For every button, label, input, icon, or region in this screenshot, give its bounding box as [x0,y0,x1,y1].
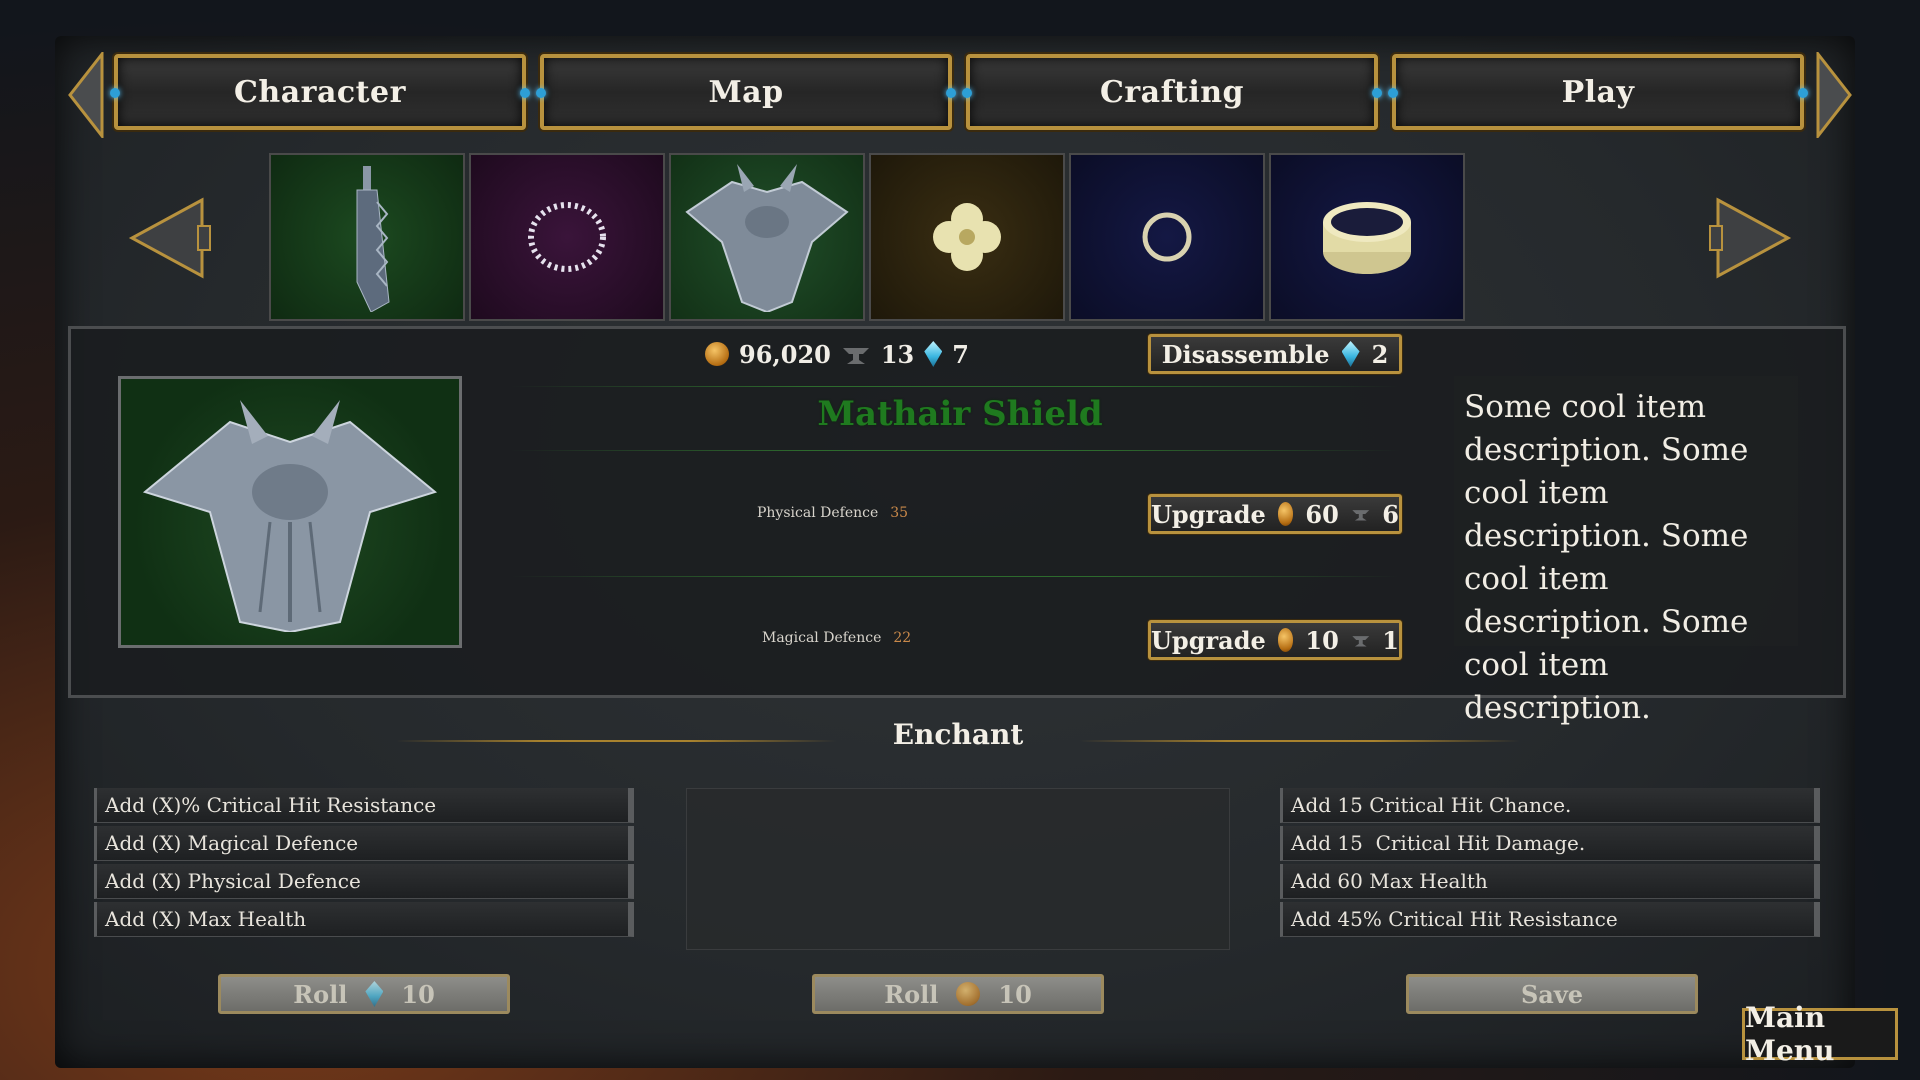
rolled-option[interactable]: Add 15 Critical Hit Damage. [1280,826,1820,861]
upgrade-label: Upgrade [1151,625,1266,655]
nav-right-arrow[interactable] [1814,52,1854,138]
upgrade-ore-cost: 1 [1382,625,1399,655]
gem-ornament-icon [962,88,972,98]
dragon-shield-icon [685,164,849,312]
roll-label: Roll [884,979,939,1009]
tab-label: Play [1561,74,1635,110]
tab-label: Character [234,74,406,110]
upgrade-gold-cost: 10 [1305,625,1339,655]
enchant-option[interactable]: Add (X)% Critical Hit Resistance [94,788,634,823]
stat-label: Physical Defence [757,505,879,521]
inventory-slot-sword[interactable] [269,153,465,321]
anvil-icon [1352,510,1369,521]
carousel-prev-button[interactable] [124,196,214,280]
stat-value: 35 [890,505,909,521]
stat-physical-defence: Physical Defence 35 [757,505,908,521]
enchant-option[interactable]: Add (X) Physical Defence [94,864,634,899]
stat-magical-defence: Magical Defence 22 [762,630,911,646]
tab-play[interactable]: Play [1388,54,1808,130]
inventory-slot-bracelet[interactable] [1269,153,1465,321]
gem-ornament-icon [946,88,956,98]
tab-label: Map [708,74,784,110]
ring-icon [1142,212,1192,262]
dragon-shield-icon [142,400,438,632]
roll-gold-button[interactable]: Roll 10 [812,974,1104,1014]
gem-ornament-icon [1798,88,1808,98]
main-menu-label: Main Menu [1745,1001,1835,1067]
inventory-slot-necklace[interactable] [469,153,665,321]
roll-gem-button[interactable]: Roll 10 [218,974,510,1014]
disassemble-button[interactable]: Disassemble 2 [1148,334,1402,374]
gem-icon [1341,341,1360,367]
inventory-slot-charm[interactable] [869,153,1065,321]
save-button[interactable]: Save [1406,974,1698,1014]
arrow-left-icon [68,52,104,138]
divider [396,740,836,742]
anvil-icon [842,348,869,364]
ore-amount: 13 [880,339,915,369]
rolled-option[interactable]: Add 45% Critical Hit Resistance [1280,902,1820,937]
pearl-necklace-icon [528,202,606,272]
divider [510,386,1400,387]
gem-icon [924,341,943,367]
tab-map[interactable]: Map [536,54,956,130]
nav-left-arrow[interactable] [66,52,106,138]
enchant-rolled-list: Add 15 Critical Hit Chance. Add 15 Criti… [1280,788,1820,940]
roll-label: Roll [293,979,348,1009]
arrow-right-icon [1816,52,1852,138]
gold-amount: 96,020 [739,339,831,369]
gold-coin-icon [1277,502,1294,526]
divider [1080,740,1520,742]
arrow-right-icon [1709,197,1792,279]
gem-ornament-icon [1388,88,1398,98]
gem-icon [365,981,384,1007]
gem-ornament-icon [536,88,546,98]
arrow-left-icon [128,197,211,279]
enchant-options-list: Add (X)% Critical Hit Resistance Add (X)… [94,788,634,940]
sword-icon [356,166,390,312]
upgrade-physical-button[interactable]: Upgrade 60 6 [1148,494,1402,534]
upgrade-gold-cost: 60 [1305,499,1339,529]
gem-ornament-icon [520,88,530,98]
tab-label: Crafting [1099,74,1245,110]
main-menu-button[interactable]: Main Menu [1742,1001,1898,1067]
currency-bar: 96,020 13 7 [705,336,969,372]
gem-ornament-icon [1372,88,1382,98]
rolled-option[interactable]: Add 15 Critical Hit Chance. [1280,788,1820,823]
divider [510,450,1400,451]
enchant-title: Enchant [892,718,1024,751]
gold-coin-icon [956,982,981,1006]
enchant-option[interactable]: Add (X) Max Health [94,902,634,937]
upgrade-ore-cost: 6 [1382,499,1399,529]
enchant-preview-box [686,788,1230,950]
stat-value: 22 [893,630,912,646]
tab-crafting[interactable]: Crafting [962,54,1382,130]
disassemble-gem-count: 2 [1371,339,1389,369]
bracelet-icon [1323,202,1411,274]
gem-amount: 7 [952,339,969,369]
enchant-option[interactable]: Add (X) Magical Defence [94,826,634,861]
tab-character[interactable]: Character [110,54,530,130]
upgrade-magical-button[interactable]: Upgrade 10 1 [1148,620,1402,660]
clover-charm-icon [933,203,1001,271]
inventory-slot-shield[interactable] [669,153,865,321]
upgrade-label: Upgrade [1151,499,1266,529]
gold-coin-icon [705,342,729,366]
item-description: Some cool item description. Some cool it… [1454,376,1798,726]
gold-coin-icon [1277,628,1294,652]
roll-cost: 10 [998,979,1032,1009]
gem-ornament-icon [110,88,120,98]
rolled-option[interactable]: Add 60 Max Health [1280,864,1820,899]
inventory-slot-ring[interactable] [1069,153,1265,321]
roll-cost: 10 [401,979,435,1009]
divider [510,576,1400,577]
carousel-next-button[interactable] [1706,196,1796,280]
item-name: Mathair Shield [817,394,1103,434]
anvil-icon [1352,636,1369,647]
disassemble-label: Disassemble [1161,339,1330,369]
stat-label: Magical Defence [762,630,882,646]
save-label: Save [1520,979,1584,1009]
item-preview [118,376,462,648]
